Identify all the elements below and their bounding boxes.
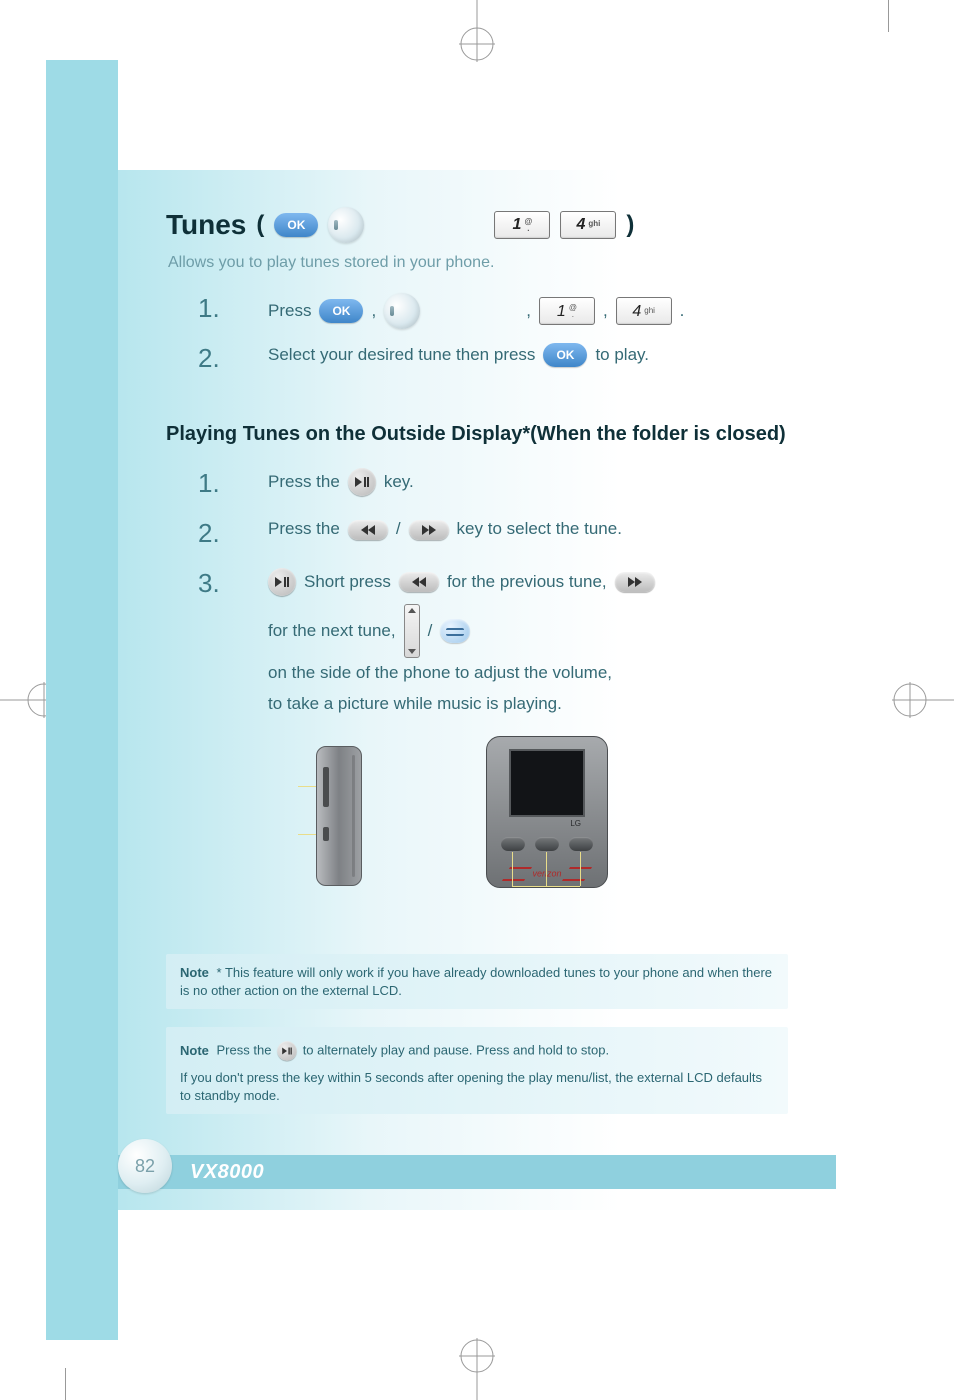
keypad-1-main: 1 [513, 214, 522, 236]
note-2-title: Note [180, 1043, 209, 1058]
outside-step-2-number: 2. [198, 516, 220, 551]
forward-icon [409, 520, 449, 540]
step-2-text-a: Select your desired tune then press [268, 344, 535, 367]
outside-step-2-tail: key to select the tune. [457, 518, 622, 541]
footer-model: VX8000 [190, 1161, 264, 1184]
crop-tick-top-right [849, 0, 889, 40]
manual-page: Tunes ( OK 1 @ . 4 ghi ) Allows you to p… [118, 170, 836, 1210]
step-1-number: 1. [198, 291, 220, 326]
heading-open-paren: ( [256, 209, 264, 241]
phone-front-view: LG verizon [486, 736, 608, 888]
page-number: 82 [135, 1156, 155, 1177]
steps-group-outside: 1. Press the key. 2. Press the / key [166, 462, 788, 936]
note-2-body-a: Press the [217, 1043, 272, 1058]
step-1-text-b: , [371, 300, 376, 323]
phone-diagram: LG verizon [166, 726, 788, 936]
crop-mark-right [890, 665, 954, 735]
outside-step-1-number: 1. [198, 466, 220, 501]
note-2-body-b: to alternately play and pause. Press and… [303, 1043, 609, 1058]
outside-step-2-text: Press the [268, 518, 340, 541]
outside-step-3-number: 3. [198, 566, 220, 601]
heading-close-paren: ) [626, 209, 634, 241]
forward-icon [615, 572, 655, 592]
crop-mark-top [442, 0, 512, 64]
keypad-4-icon: 4 ghi [616, 297, 672, 325]
step-1-text-e: . [680, 300, 685, 323]
ok-button-icon: OK [543, 343, 587, 367]
crop-mark-bottom [442, 1336, 512, 1400]
note-box-1: Note * This feature will only work if yo… [166, 954, 788, 1009]
keypad-4-sub: ghi [588, 219, 600, 230]
step-2: 2. Select your desired tune then press O… [166, 337, 788, 387]
step-2-text-b: to play. [595, 344, 649, 367]
note-box-2: Note Press the to alternately play and p… [166, 1027, 788, 1114]
note-1-body: * This feature will only work if you hav… [180, 965, 772, 998]
outside-step-1-text: Press the [268, 471, 340, 494]
keypad-1-sub-bot: . [527, 225, 529, 232]
keypad-4-icon: 4 ghi [560, 211, 616, 239]
keypad-4-main: 4 [576, 214, 585, 236]
volume-key-icon [404, 604, 420, 658]
step-1-text-d: , [603, 300, 608, 323]
outside-step-3: 3. Short press for the previous tune, fo… [166, 562, 788, 722]
lg-logo-label: LG [570, 819, 581, 830]
note-2-body-c: If you don't press the key within 5 seco… [180, 1070, 762, 1103]
section-heading-tunes: Tunes ( OK 1 @ . 4 ghi ) [166, 206, 788, 244]
rewind-icon [399, 572, 439, 592]
outside-step-3-e: to take a picture while music is playing… [268, 693, 562, 716]
phone-side-view [316, 746, 362, 886]
keypad-1-icon: 1 @ . [494, 211, 550, 239]
outside-step-3-b: for the next tune, [268, 620, 396, 643]
left-sidebar-band [46, 60, 118, 1340]
outside-step-3-a: for the previous tune, [447, 571, 607, 594]
outside-step-3-d: on the side of the phone to adjust the v… [268, 662, 612, 685]
subheading-outside-display: Playing Tunes on the Outside Display*(Wh… [166, 421, 788, 448]
left-softkey-icon [384, 293, 420, 329]
play-pause-icon [277, 1042, 297, 1062]
outside-step-3-pre: Short press [304, 571, 391, 594]
page-number-medallion: 82 [118, 1139, 172, 1193]
outside-step-3-c: / [428, 620, 433, 643]
footer-band: VX8000 [118, 1155, 836, 1189]
crop-tick-bottom-left [65, 1360, 105, 1400]
outside-step-1-tail: key. [384, 471, 414, 494]
step-1: 1. Press OK , , 1 @ . , 4 ghi [166, 287, 788, 337]
step-2-number: 2. [198, 341, 220, 376]
ok-button-icon: OK [274, 213, 318, 237]
outside-step-2-mid: / [396, 518, 401, 541]
section-intro: Allows you to play tunes stored in your … [168, 252, 788, 274]
step-1-text-a: Press [268, 300, 311, 323]
left-softkey-icon [328, 207, 364, 243]
step-1-text-c: , [526, 300, 531, 323]
ok-button-icon: OK [319, 299, 363, 323]
steps-group-inside: 1. Press OK , , 1 @ . , 4 ghi [166, 287, 788, 387]
keypad-1-icon: 1 @ . [539, 297, 595, 325]
play-pause-icon [268, 568, 296, 596]
camera-key-icon [440, 619, 470, 643]
note-1-title: Note [180, 965, 209, 980]
outside-step-1: 1. Press the key. [166, 462, 788, 512]
verizon-label: verizon [487, 867, 607, 881]
heading-text: Tunes [166, 206, 246, 244]
play-pause-icon [348, 468, 376, 496]
outside-step-2: 2. Press the / key to select the tune. [166, 512, 788, 562]
rewind-icon [348, 520, 388, 540]
